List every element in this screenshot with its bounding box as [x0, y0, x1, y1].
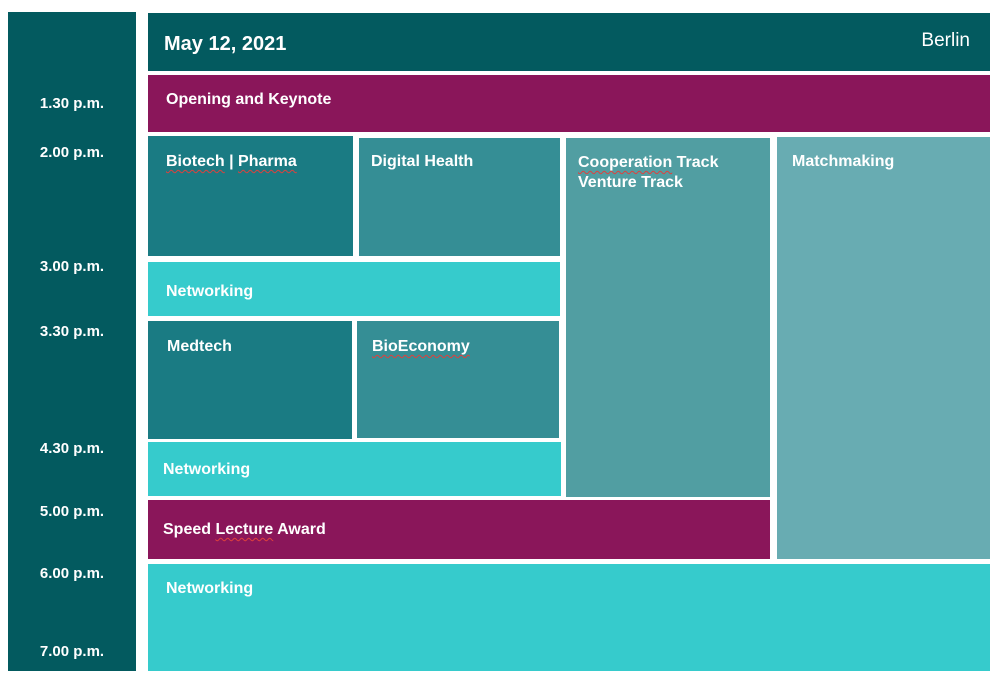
session-cooperation-venture-track: Cooperation Track Venture Track — [566, 138, 770, 497]
session-networking-2: Networking — [148, 442, 561, 496]
event-city: Berlin — [921, 30, 970, 51]
session-label: Medtech — [167, 338, 232, 355]
session-label: Biotech | Pharma — [166, 153, 297, 170]
session-label: Matchmaking — [792, 153, 895, 170]
session-matchmaking: Matchmaking — [777, 137, 990, 559]
time-label-5: 4.30 p.m. — [39, 440, 105, 457]
session-label: Networking — [166, 283, 254, 300]
schedule-header: May 12, 2021 Berlin — [148, 13, 990, 71]
time-label-1: 1.30 p.m. — [39, 95, 105, 112]
event-date: May 12, 2021 — [164, 33, 287, 55]
session-networking-1: Networking — [148, 262, 560, 316]
time-label-7: 6.00 p.m. — [39, 565, 105, 582]
session-biotech-pharma: Biotech | Pharma — [148, 136, 353, 256]
session-bioeconomy: BioEconomy — [357, 321, 559, 438]
session-networking-3: Networking — [148, 564, 990, 671]
time-label-2: 2.00 p.m. — [39, 144, 105, 161]
session-label: Networking — [163, 461, 251, 478]
session-opening-keynote: Opening and Keynote — [148, 75, 990, 132]
session-medtech: Medtech — [148, 321, 352, 439]
session-label: BioEconomy — [372, 338, 470, 355]
session-digital-health: Digital Health — [359, 138, 560, 256]
time-label-6: 5.00 p.m. — [39, 503, 105, 520]
session-label: Speed Lecture Award — [163, 521, 326, 538]
time-label-3: 3.00 p.m. — [39, 258, 105, 275]
session-label: Opening and Keynote — [166, 91, 332, 108]
time-label-4: 3.30 p.m. — [39, 323, 105, 340]
time-label-8: 7.00 p.m. — [39, 643, 105, 660]
session-label: Cooperation Track Venture Track — [578, 154, 719, 191]
session-label: Digital Health — [371, 153, 474, 170]
session-label: Networking — [166, 580, 254, 597]
event-schedule: 1.30 p.m. 2.00 p.m. 3.00 p.m. 3.30 p.m. … — [0, 0, 1000, 684]
session-speed-lecture-award: Speed Lecture Award — [148, 500, 770, 559]
